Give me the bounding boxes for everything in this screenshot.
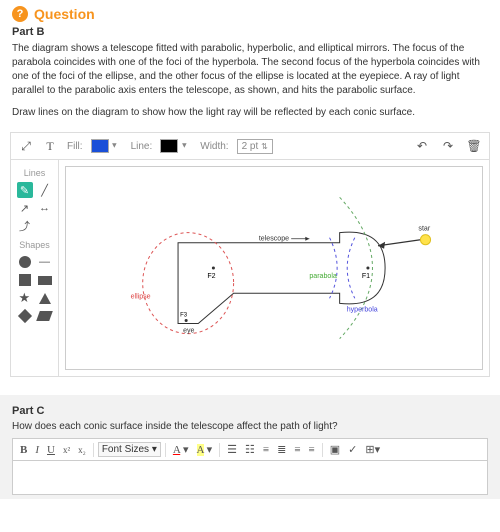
rect-shape[interactable] xyxy=(37,272,53,288)
highlight-button[interactable]: A ▾ xyxy=(194,441,216,458)
triangle-shape[interactable] xyxy=(37,290,53,306)
shapes-label: Shapes xyxy=(19,240,50,250)
outdent-button[interactable]: ≡ xyxy=(260,442,272,458)
svg-text:hyperbola: hyperbola xyxy=(347,306,378,313)
question-title: Question xyxy=(34,6,95,22)
lines-label: Lines xyxy=(24,168,46,178)
text-color-button[interactable]: A ▾ xyxy=(170,441,192,458)
line-shape[interactable]: — xyxy=(37,254,53,270)
drawing-canvas[interactable]: star F2 F1 F3 telescope parabola hyperbo… xyxy=(59,160,489,376)
subscript-button[interactable]: x₂ xyxy=(75,443,89,457)
italic-button[interactable]: I xyxy=(32,442,42,458)
telescope-diagram: star F2 F1 F3 telescope parabola hyperbo… xyxy=(66,167,482,369)
width-select[interactable]: 2 pt ⇅ xyxy=(237,139,273,154)
part-b-label: Part B xyxy=(0,26,500,38)
indent-button[interactable]: ≣ xyxy=(274,441,289,458)
parallelogram-shape[interactable] xyxy=(37,308,53,324)
part-b-text-1: The diagram shows a telescope fitted wit… xyxy=(0,42,500,106)
drawing-editor: ⤢ T Fill: Line: Width: 2 pt ⇅ ↶ ↷ 🗑 Line… xyxy=(10,132,490,377)
pencil-tool[interactable]: ✎ xyxy=(17,182,33,198)
width-label: Width: xyxy=(200,141,228,152)
square-shape[interactable] xyxy=(17,272,33,288)
diamond-shape[interactable] xyxy=(17,308,33,324)
bullet-list-button[interactable]: ☰ xyxy=(224,441,240,458)
line-tool[interactable]: ╱ xyxy=(37,182,53,198)
rich-text-area[interactable] xyxy=(12,461,488,495)
fill-label: Fill: xyxy=(67,141,83,152)
number-list-button[interactable]: ☷ xyxy=(242,441,258,458)
double-arrow-tool[interactable]: ↔ xyxy=(37,200,53,216)
link-button[interactable]: ✓ xyxy=(345,441,360,458)
svg-text:parabola: parabola xyxy=(309,273,337,280)
star-shape[interactable]: ★ xyxy=(17,290,33,306)
align-center-button[interactable]: ≡ xyxy=(306,442,318,458)
drawing-toolbar: ⤢ T Fill: Line: Width: 2 pt ⇅ ↶ ↷ 🗑 xyxy=(11,133,489,160)
underline-button[interactable]: U xyxy=(44,442,58,458)
table-button[interactable]: ⊞▾ xyxy=(362,441,383,458)
superscript-button[interactable]: x² xyxy=(60,443,73,457)
part-c-prompt: How does each conic surface inside the t… xyxy=(12,421,488,432)
image-button[interactable]: ▣ xyxy=(327,441,343,458)
question-icon: ? xyxy=(12,6,28,22)
svg-text:telescope: telescope xyxy=(259,236,289,243)
circle-shape[interactable] xyxy=(17,254,33,270)
arrow-tool[interactable]: ↗ xyxy=(17,200,33,216)
tool-palette: Lines ✎ ╱ ↗ ↔ ⤴ Shapes — xyxy=(11,160,59,376)
svg-text:eye: eye xyxy=(183,328,194,335)
svg-text:F1: F1 xyxy=(362,273,370,280)
font-size-select[interactable]: Font Sizes ▾ xyxy=(98,442,161,457)
svg-text:F2: F2 xyxy=(207,273,215,280)
text-tool[interactable]: T xyxy=(41,137,59,155)
line-color[interactable] xyxy=(160,139,178,153)
part-b-text-2: Draw lines on the diagram to show how th… xyxy=(0,106,500,128)
redo-icon[interactable]: ↷ xyxy=(439,137,457,155)
bold-button[interactable]: B xyxy=(17,442,30,458)
svg-text:ellipse: ellipse xyxy=(131,293,151,300)
align-left-button[interactable]: ≡ xyxy=(291,442,303,458)
trash-icon[interactable]: 🗑 xyxy=(465,137,483,155)
curve-tool[interactable]: ⤴ xyxy=(17,218,33,234)
rich-text-toolbar: B I U x² x₂ Font Sizes ▾ A ▾ A ▾ ☰ ☷ ≡ ≣… xyxy=(12,438,488,461)
star-label: star xyxy=(418,226,430,233)
fill-color[interactable] xyxy=(91,139,109,153)
line-label: Line: xyxy=(131,141,153,152)
svg-text:F3: F3 xyxy=(180,312,188,318)
select-tool[interactable]: ⤢ xyxy=(17,137,35,155)
part-c-label: Part C xyxy=(12,405,488,417)
undo-icon[interactable]: ↶ xyxy=(413,137,431,155)
